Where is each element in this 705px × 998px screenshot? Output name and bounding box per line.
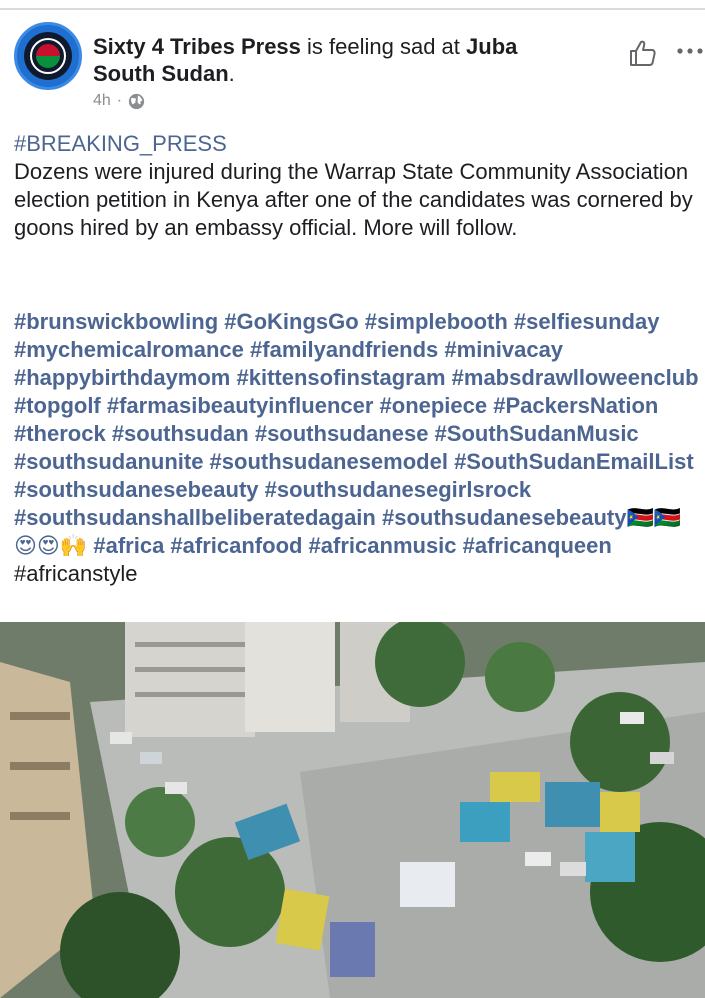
post-message: #BREAKING_PRESS Dozens were injured duri… (14, 130, 699, 242)
page-avatar[interactable] (14, 22, 82, 90)
feed-post: Sixty 4 Tribes Press is feeling sad at J… (0, 10, 705, 998)
page-logo (24, 32, 72, 80)
breaking-hashtag[interactable]: #BREAKING_PRESS (14, 130, 699, 158)
hashtag-list[interactable]: #brunswickbowling #GoKingsGo #simpleboot… (14, 309, 699, 558)
more-icon[interactable] (676, 44, 704, 58)
thumbs-up-icon[interactable] (628, 38, 658, 68)
author-name[interactable]: Sixty 4 Tribes Press (93, 34, 301, 59)
post-photo[interactable] (0, 622, 705, 998)
street-scene-image (0, 622, 705, 998)
post-header: Sixty 4 Tribes Press is feeling sad at J… (93, 34, 518, 86)
globe-icon (128, 93, 145, 109)
message-text: Dozens were injured during the Warrap St… (14, 159, 693, 240)
hashtag-block: #brunswickbowling #GoKingsGo #simpleboot… (14, 308, 699, 588)
post-time[interactable]: 4h (93, 92, 111, 110)
meta-separator: · (116, 92, 123, 109)
post-meta: 4h · (93, 92, 145, 110)
last-hashtag: #africanstyle (14, 561, 138, 586)
feeling-text: is feeling sad at (307, 34, 460, 59)
